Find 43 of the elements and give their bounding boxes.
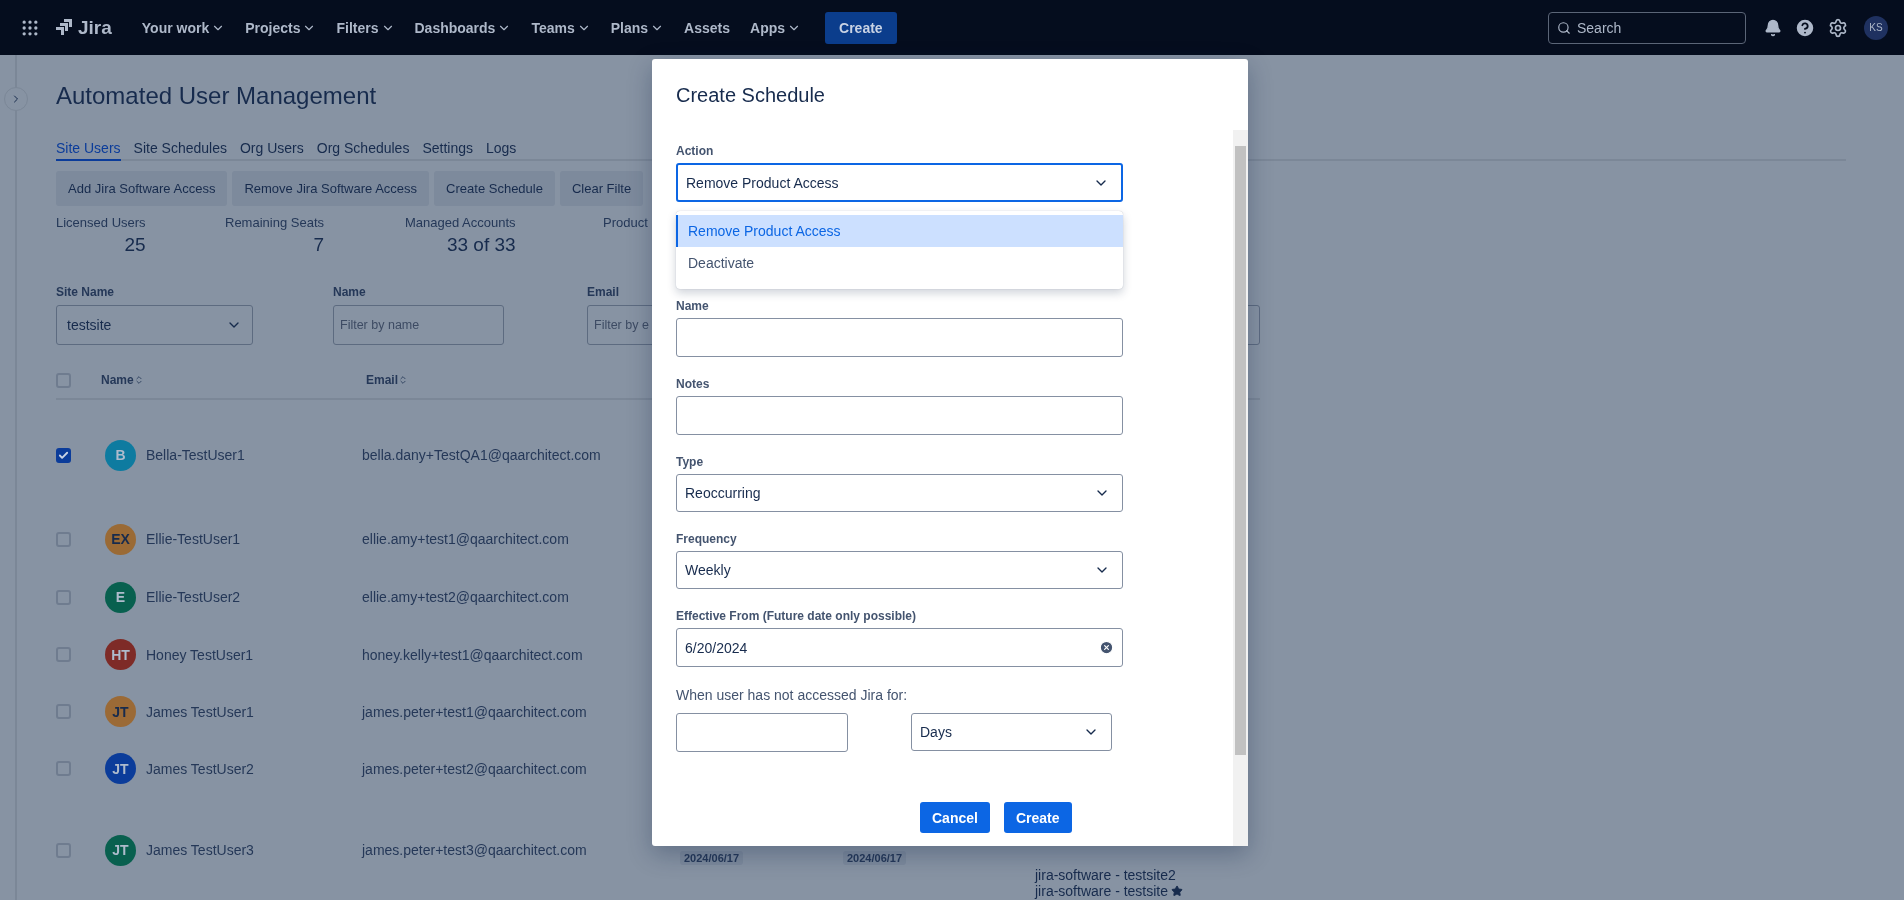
filter-label: Email	[587, 285, 619, 299]
user-name: James TestUser2	[146, 760, 254, 777]
filter-label: Name	[333, 285, 366, 299]
user-name: Ellie-TestUser2	[146, 589, 241, 605]
user-name: Bella-TestUser1	[146, 447, 245, 463]
user-name: James TestUser1	[146, 703, 254, 720]
stat-label: Licensed Users	[56, 215, 146, 230]
field-label: Action	[676, 143, 715, 159]
stat-label: Managed Accounts	[405, 215, 516, 230]
user-avatar: EX	[105, 523, 136, 555]
user-name: Ellie-TestUser1	[146, 531, 241, 547]
user-name: James TestUser3	[146, 842, 254, 858]
field-label: Frequency	[676, 531, 738, 547]
user-avatar: JT	[105, 696, 136, 727]
field-label: Effective From (Future date only possible)	[676, 608, 918, 624]
filter-label: Site Name	[56, 285, 115, 299]
stat-value: 33 of 33	[446, 234, 516, 256]
user-avatar: E	[105, 581, 136, 613]
date-tag: 2024/06/17	[843, 851, 907, 865]
user-email: james.peter+test3@qaarchitect.com	[362, 842, 588, 858]
field-label: Type	[676, 454, 705, 470]
page-title: Automated User Management	[56, 82, 377, 110]
user-avatar: HT	[105, 639, 136, 670]
user-avatar: JT	[105, 753, 136, 784]
field-label: Name	[676, 298, 710, 314]
product-access: jira-software - testsite2	[1035, 867, 1177, 883]
user-name: Honey TestUser1	[146, 646, 254, 663]
inactivity-label: When user has not accessed Jira for:	[676, 686, 909, 704]
date-tag: 2024/06/17	[680, 851, 744, 865]
stat-value: 25	[124, 234, 146, 256]
product-access: jira-software - testsite	[1035, 883, 1260, 899]
stat-value: 7	[313, 234, 324, 256]
dialog-title: Create Schedule	[675, 83, 826, 108]
user-avatar: JT	[105, 834, 136, 866]
stat-label: Product	[603, 215, 648, 230]
field-label: Notes	[676, 376, 711, 392]
user-email: james.peter+test1@qaarchitect.com	[362, 703, 588, 720]
user-email: bella.dany+TestQA1@qaarchitect.com	[362, 447, 602, 463]
user-email: honey.kelly+test1@qaarchitect.com	[362, 646, 584, 663]
user-avatar: B	[105, 439, 136, 471]
stat-label: Remaining Seats	[225, 215, 324, 230]
user-email: james.peter+test2@qaarchitect.com	[362, 760, 588, 777]
user-email: ellie.amy+test2@qaarchitect.com	[362, 589, 570, 605]
